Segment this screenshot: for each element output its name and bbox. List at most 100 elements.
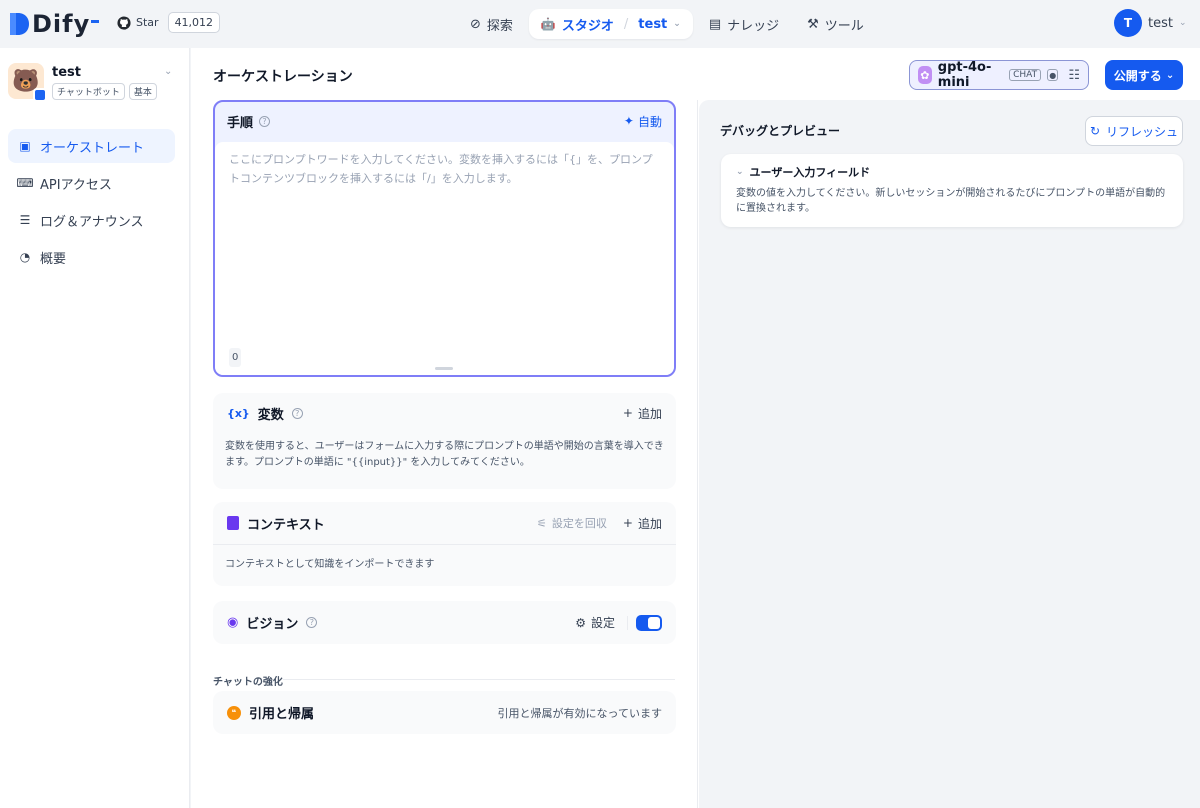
debug-title: デバッグとプレビュー bbox=[720, 124, 841, 138]
github-icon bbox=[117, 15, 131, 30]
layout-icon: ▣ bbox=[19, 139, 31, 153]
eye-icon: ◉ bbox=[227, 615, 239, 630]
refresh-icon: ↻ bbox=[1089, 124, 1101, 138]
publish-label: 公開する bbox=[1113, 68, 1162, 83]
auto-generate-button[interactable]: ✦ 自動 bbox=[624, 113, 662, 130]
main-content: オーケストレーション ✿ gpt-4o-mini CHAT ● ☷ 公開する ⌄… bbox=[191, 48, 1200, 808]
nav-tools-label: ツール bbox=[824, 18, 864, 34]
user-menu[interactable]: T test ⌄ bbox=[1114, 9, 1187, 37]
prompt-placeholder: ここにプロンプトワードを入力してください。変数を挿入するには「{」を、プロンプト… bbox=[229, 153, 653, 185]
sidebar-item-label: オーケストレート bbox=[40, 140, 145, 156]
app-type-tag: チャットボット bbox=[52, 83, 125, 100]
resize-handle[interactable] bbox=[435, 367, 453, 370]
nav-tools[interactable]: ⚒ ツール bbox=[795, 9, 876, 39]
prompt-editor-card: 手順 ? ✦ 自動 ここにプロンプトワードを入力してください。変数を挿入するには… bbox=[213, 100, 676, 377]
top-bar: Dify Star 41,012 ⊘ 探索 🤖 スタジオ / test ⌄ ▤ … bbox=[0, 0, 1200, 48]
gear-icon: ⚙ bbox=[575, 615, 586, 630]
document-icon bbox=[227, 516, 239, 530]
model-selector[interactable]: ✿ gpt-4o-mini CHAT ● ☷ bbox=[909, 60, 1089, 90]
user-input-fields-title: ユーザー入力フィールド bbox=[749, 166, 871, 179]
chevron-down-icon: ⌄ bbox=[1178, 18, 1187, 28]
openai-icon: ✿ bbox=[918, 66, 932, 84]
refresh-button[interactable]: ↻ リフレッシュ bbox=[1085, 116, 1183, 146]
plus-icon: + bbox=[622, 516, 633, 530]
vision-card: ◉ ビジョン ? ⚙ 設定 bbox=[213, 601, 676, 644]
user-input-fields-description: 変数の値を入力してください。新しいセッションが開始されるたびにプロンプトの単語が… bbox=[736, 188, 1166, 214]
retrieval-settings-label: 設定を回収 bbox=[551, 517, 607, 530]
chat-enhance-label: チャットの強化 bbox=[213, 677, 283, 688]
publish-button[interactable]: 公開する ⌄ bbox=[1105, 60, 1183, 90]
sidebar: 🐻 test チャットボット 基本 ⌄ ▣ オーケストレート ⌨ APIアクセス… bbox=[0, 48, 190, 808]
dify-logo[interactable]: Dify bbox=[8, 9, 100, 39]
citation-card: ❝ 引用と帰属 引用と帰属が有効になっています bbox=[213, 691, 676, 734]
user-name: test bbox=[1148, 15, 1173, 31]
terminal-icon: ⌨ bbox=[16, 176, 34, 190]
app-icon: 🐻 bbox=[8, 63, 47, 102]
sidebar-item-overview[interactable]: ◔ 概要 bbox=[8, 240, 175, 274]
nav-app-name[interactable]: test bbox=[638, 17, 667, 32]
book-icon: ▤ bbox=[708, 16, 722, 32]
nav-studio[interactable]: 🤖 スタジオ / test ⌄ bbox=[528, 9, 693, 39]
plus-icon: + bbox=[622, 406, 633, 420]
app-header[interactable]: 🐻 test チャットボット 基本 bbox=[8, 63, 157, 102]
avatar[interactable]: T bbox=[1114, 9, 1142, 37]
retrieval-settings-button[interactable]: ⚟ 設定を回収 bbox=[537, 515, 607, 531]
variable-icon: {x} bbox=[227, 406, 250, 420]
main-nav: ⊘ 探索 🤖 スタジオ / test ⌄ ▤ ナレッジ ⚒ ツール bbox=[458, 9, 876, 39]
vision-settings-label: 設定 bbox=[590, 616, 615, 630]
help-icon[interactable]: ? bbox=[259, 115, 271, 127]
prompt-input[interactable]: ここにプロンプトワードを入力してください。変数を挿入するには「{」を、プロンプト… bbox=[215, 142, 674, 375]
chevron-down-icon[interactable]: ⌄ bbox=[673, 19, 681, 29]
app-name: test bbox=[52, 65, 81, 80]
add-variable-label: 追加 bbox=[637, 406, 662, 421]
add-context-label: 追加 bbox=[637, 516, 662, 531]
sidebar-item-logs[interactable]: ☰ ログ＆アナウンス bbox=[8, 203, 175, 237]
nav-knowledge-label: ナレッジ bbox=[727, 18, 780, 34]
vision-eye-icon: ● bbox=[1047, 69, 1059, 81]
model-mode-tag: CHAT bbox=[1009, 69, 1042, 81]
variables-title: 変数 bbox=[257, 407, 284, 423]
sidebar-item-orchestrate[interactable]: ▣ オーケストレート bbox=[8, 129, 175, 163]
page-title: オーケストレーション bbox=[213, 69, 353, 85]
sidebar-item-api-access[interactable]: ⌨ APIアクセス bbox=[8, 166, 175, 200]
auto-generate-label: 自動 bbox=[637, 114, 662, 129]
hammer-icon: ⚒ bbox=[807, 16, 819, 32]
help-icon[interactable]: ? bbox=[306, 617, 318, 628]
add-context-button[interactable]: + 追加 bbox=[623, 515, 662, 532]
citation-title: 引用と帰属 bbox=[249, 707, 315, 722]
panel-divider bbox=[697, 100, 698, 808]
context-title: コンテキスト bbox=[247, 517, 325, 533]
vision-settings-button[interactable]: ⚙ 設定 bbox=[575, 614, 615, 631]
sparkle-icon: ✦ bbox=[623, 114, 634, 128]
debug-preview-panel: デバッグとプレビュー ↻ リフレッシュ ⌄ ユーザー入力フィールド 変数の値を入… bbox=[699, 100, 1200, 808]
nav-separator: / bbox=[623, 16, 629, 32]
chevron-down-icon: ⌄ bbox=[736, 167, 744, 177]
sidebar-item-label: APIアクセス bbox=[40, 177, 112, 193]
vision-toggle[interactable] bbox=[636, 614, 662, 631]
quote-icon: ❝ bbox=[227, 705, 241, 720]
user-input-fields-toggle[interactable]: ⌄ ユーザー入力フィールド bbox=[736, 164, 1168, 180]
sidebar-item-label: 概要 bbox=[40, 251, 67, 267]
chevron-down-icon[interactable]: ⌄ bbox=[164, 66, 172, 77]
context-card: コンテキスト ⚟ 設定を回収 + 追加 コンテキストとして知識をインポートできま… bbox=[213, 502, 676, 586]
github-star-label: Star bbox=[136, 16, 159, 29]
nav-knowledge[interactable]: ▤ ナレッジ bbox=[697, 9, 791, 39]
chevron-down-icon: ⌄ bbox=[1165, 69, 1175, 81]
dashboard-icon: ◔ bbox=[19, 250, 31, 264]
nav-explore[interactable]: ⊘ 探索 bbox=[458, 9, 525, 39]
brand-underscore bbox=[91, 19, 100, 23]
sliders-icon[interactable]: ☷ bbox=[1068, 68, 1080, 83]
log-icon: ☰ bbox=[19, 213, 31, 227]
github-star[interactable]: Star 41,012 bbox=[117, 12, 221, 33]
nav-explore-label: 探索 bbox=[486, 18, 513, 34]
model-name: gpt-4o-mini bbox=[937, 60, 992, 90]
refresh-label: リフレッシュ bbox=[1106, 124, 1179, 139]
help-icon[interactable]: ? bbox=[291, 407, 303, 419]
vision-title: ビジョン bbox=[246, 617, 299, 632]
sidebar-item-label: ログ＆アナウンス bbox=[40, 214, 144, 230]
variables-description: 変数を使用すると、ユーザーはフォームに入力する際にプロンプトの単語や開始の言葉を… bbox=[225, 441, 664, 468]
variables-card: {x} 変数 ? + 追加 変数を使用すると、ユーザーはフォームに入力する際にプ… bbox=[213, 393, 676, 489]
sidebar-menu: ▣ オーケストレート ⌨ APIアクセス ☰ ログ＆アナウンス ◔ 概要 bbox=[8, 129, 175, 277]
robot-icon: 🤖 bbox=[540, 17, 556, 31]
add-variable-button[interactable]: + 追加 bbox=[623, 405, 662, 422]
